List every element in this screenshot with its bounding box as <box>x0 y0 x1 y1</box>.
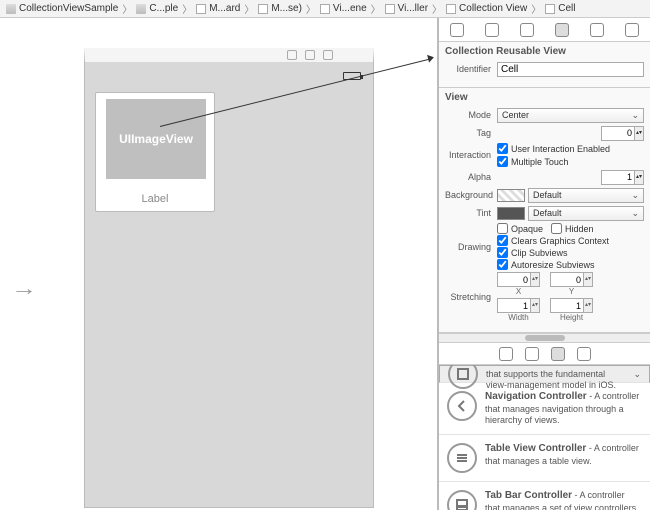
breadcrumb-item[interactable]: CollectionViewSample <box>4 3 120 14</box>
stretch-y-field[interactable] <box>550 272 584 287</box>
uiimageview-placeholder[interactable]: UIImageView <box>106 99 206 179</box>
alpha-stepper[interactable]: ▴▾ <box>635 170 644 185</box>
opaque-checkbox[interactable]: Opaque <box>497 223 543 234</box>
breadcrumb-sep: 〉 <box>529 1 543 16</box>
device-header-icons <box>287 50 333 60</box>
collection-cell[interactable]: UIImageView Label <box>95 92 215 212</box>
drawing-label: Drawing <box>445 242 497 252</box>
background-label: Background <box>445 190 497 200</box>
background-swatch[interactable] <box>497 189 525 202</box>
interaction-label: Interaction <box>445 150 497 160</box>
stretching-label: Stretching <box>445 292 497 302</box>
file-icon <box>446 4 456 14</box>
lib-objects-icon[interactable] <box>551 347 565 361</box>
folder-icon <box>6 4 16 14</box>
object-library[interactable]: View Controller - A controller that supp… <box>439 365 650 510</box>
alpha-field[interactable] <box>601 170 635 185</box>
breadcrumb-item[interactable]: Collection View <box>444 3 529 14</box>
lib-media-icon[interactable] <box>577 347 591 361</box>
library-item[interactable]: Navigation Controller - A controller tha… <box>439 383 650 435</box>
inspector-tab-bar <box>439 18 650 42</box>
autoresize-checkbox[interactable]: Autoresize Subviews <box>497 259 595 270</box>
lib-snippets-icon[interactable] <box>525 347 539 361</box>
file-icon <box>385 4 395 14</box>
view-heading: View <box>445 92 644 103</box>
breadcrumb-item[interactable]: Cell <box>543 3 577 14</box>
breadcrumb-sep: 〉 <box>180 1 194 16</box>
breadcrumb-sep: 〉 <box>242 1 256 16</box>
breadcrumb-item[interactable]: M...ard <box>194 3 242 14</box>
layout-icon <box>323 50 333 60</box>
tag-label: Tag <box>445 128 497 138</box>
breadcrumb-item[interactable]: Vi...ller <box>383 3 430 14</box>
tabs-icon <box>447 490 477 510</box>
chevron-left-icon <box>447 391 477 421</box>
view-panel: View Mode Center Tag ▴▾ Interaction User… <box>439 88 650 333</box>
file-icon <box>545 4 555 14</box>
hidden-checkbox[interactable]: Hidden <box>551 223 594 234</box>
stretch-h-field[interactable] <box>550 298 584 313</box>
reusable-view-panel: Collection Reusable View Identifier <box>439 42 650 88</box>
mode-label: Mode <box>445 110 497 120</box>
library-item[interactable]: View Controller - A controller that supp… <box>439 365 650 383</box>
breadcrumb-sep: 〉 <box>430 1 444 16</box>
attributes-tab-icon[interactable] <box>555 23 569 37</box>
stretch-x-field[interactable] <box>497 272 531 287</box>
folder-icon <box>136 4 146 14</box>
size-tab-icon[interactable] <box>590 23 604 37</box>
cell-label[interactable]: Label <box>96 193 214 205</box>
file-tab-icon[interactable] <box>450 23 464 37</box>
clears-graphics-checkbox[interactable]: Clears Graphics Context <box>497 235 609 246</box>
inspector-scrollbar[interactable] <box>439 333 650 343</box>
alpha-label: Alpha <box>445 172 497 182</box>
reusable-heading: Collection Reusable View <box>445 46 644 57</box>
canvas-area[interactable]: → UIImageView Label <box>0 18 438 510</box>
tint-swatch[interactable] <box>497 207 525 220</box>
breadcrumb-sep: 〉 <box>120 1 134 16</box>
connections-tab-icon[interactable] <box>625 23 639 37</box>
identity-tab-icon[interactable] <box>520 23 534 37</box>
identifier-field[interactable] <box>497 62 644 77</box>
library-item[interactable]: Tab Bar Controller - A controller that m… <box>439 482 650 510</box>
file-icon <box>196 4 206 14</box>
tag-field[interactable] <box>601 126 635 141</box>
mode-select[interactable]: Center <box>497 108 644 123</box>
breadcrumb-sep: 〉 <box>304 1 318 16</box>
stop-icon <box>287 50 297 60</box>
breadcrumb-item[interactable]: Vi...ene <box>318 3 369 14</box>
device-frame: UIImageView Label <box>84 48 374 508</box>
share-icon <box>305 50 315 60</box>
breadcrumb-bar: CollectionViewSample〉C...ple〉M...ard〉M..… <box>0 0 650 18</box>
file-icon <box>258 4 268 14</box>
lib-templates-icon[interactable] <box>499 347 513 361</box>
breadcrumb-sep: 〉 <box>369 1 383 16</box>
user-interaction-checkbox[interactable]: User Interaction Enabled <box>497 143 610 154</box>
breadcrumb-item[interactable]: C...ple <box>134 3 180 14</box>
tint-select[interactable]: Default <box>528 206 644 221</box>
clip-subviews-checkbox[interactable]: Clip Subviews <box>497 247 568 258</box>
lines-icon <box>447 443 477 473</box>
inspector-column: Collection Reusable View Identifier View… <box>438 18 650 510</box>
file-icon <box>320 4 330 14</box>
library-item[interactable]: Table View Controller - A controller tha… <box>439 435 650 482</box>
library-tab-bar <box>439 343 650 365</box>
workspace: → UIImageView Label <box>0 18 650 510</box>
identifier-label: Identifier <box>445 64 497 74</box>
pointer-arrowhead <box>427 53 435 62</box>
stretch-w-field[interactable] <box>497 298 531 313</box>
background-select[interactable]: Default <box>528 188 644 203</box>
multiple-touch-checkbox[interactable]: Multiple Touch <box>497 156 568 167</box>
quickhelp-tab-icon[interactable] <box>485 23 499 37</box>
next-arrow-icon: → <box>11 278 37 301</box>
tag-stepper[interactable]: ▴▾ <box>635 126 644 141</box>
breadcrumb-item[interactable]: M...se) <box>256 3 304 14</box>
tint-label: Tint <box>445 208 497 218</box>
